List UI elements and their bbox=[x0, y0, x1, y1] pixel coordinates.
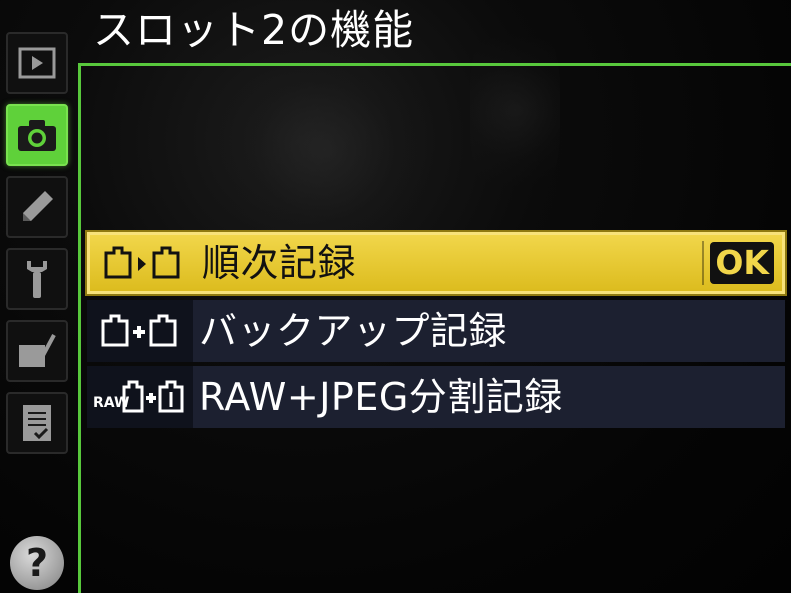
camera-lcd-screen: スロット2の機能 ? 順次記録 OK バックアップ記録 RAW RAW+JPEG… bbox=[0, 0, 791, 593]
camera-icon bbox=[18, 120, 56, 151]
menu-item-label: バックアップ記録 bbox=[199, 309, 508, 353]
raw-jpeg-slot-icon: RAW bbox=[87, 366, 193, 428]
tab-custom-settings-menu[interactable] bbox=[6, 176, 68, 238]
backup-slot-icon bbox=[87, 300, 193, 362]
menu-sidebar: ? bbox=[0, 28, 74, 593]
menu-item-backup[interactable]: バックアップ記録 bbox=[87, 300, 785, 362]
tab-setup-menu[interactable] bbox=[6, 248, 68, 310]
page-title: スロット2の機能 bbox=[93, 6, 415, 54]
tab-my-menu[interactable] bbox=[6, 392, 68, 454]
menu-item-label: RAW+JPEG分割記録 bbox=[199, 375, 563, 419]
retouch-brush-icon bbox=[19, 334, 56, 367]
menu-item-overflow[interactable]: 順次記録 OK bbox=[85, 230, 787, 296]
help-button[interactable]: ? bbox=[10, 536, 64, 590]
tab-shooting-menu[interactable] bbox=[6, 104, 68, 166]
tab-retouch-menu[interactable] bbox=[6, 320, 68, 382]
screen-reflection bbox=[470, 10, 560, 210]
ok-button-icon: OK bbox=[710, 242, 774, 284]
help-label: ? bbox=[25, 541, 49, 585]
tab-playback-menu[interactable] bbox=[6, 32, 68, 94]
menu-frame-top-line bbox=[78, 63, 791, 66]
wrench-icon bbox=[27, 261, 47, 298]
ok-separator bbox=[702, 241, 704, 285]
screen-reflection bbox=[215, 40, 435, 260]
menu-item-raw-jpeg[interactable]: RAW RAW+JPEG分割記録 bbox=[87, 366, 785, 428]
menu-frame-left-line bbox=[78, 63, 81, 593]
overflow-slot-icon bbox=[90, 235, 196, 291]
menu-item-label: 順次記録 bbox=[202, 241, 357, 285]
playback-icon bbox=[18, 47, 56, 79]
pencil-icon bbox=[23, 191, 53, 221]
my-menu-checklist-icon bbox=[23, 405, 51, 441]
